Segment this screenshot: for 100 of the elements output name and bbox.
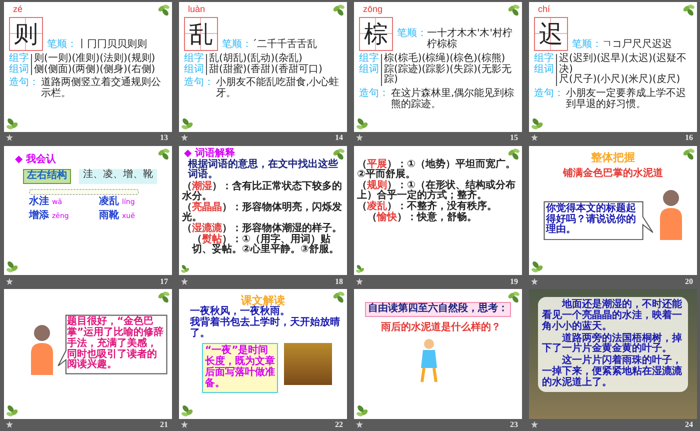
star-icon — [181, 278, 188, 285]
slide-number: 20 — [685, 276, 693, 286]
leaves-drawing — [507, 290, 521, 304]
slide-number: 21 — [160, 420, 168, 430]
star-icon — [6, 134, 13, 142]
slide-number: 22 — [335, 420, 343, 430]
leaves-drawing — [157, 3, 171, 17]
leaves-drawing — [180, 264, 190, 274]
leaves-drawing — [355, 404, 369, 418]
slide-number: 16 — [685, 133, 693, 142]
label: 组字 — [184, 54, 204, 64]
leaves-drawing — [530, 260, 544, 274]
slide-thumbnail[interactable]: （平展）：①（地势）平坦而宽广。②平而舒展。 （规则）：①（在形状、结构或分布上）合乎一定的方式；整齐。 （凌乱）：不整齐，没有秩序。 （愉快）：快意，舒畅。 — [354, 146, 522, 276]
word-line: 乱(胡乱)(乱动)(杂乱) — [209, 54, 304, 64]
definition-line: （亮晶晶）：形容物体明亮，闪烁发光。 — [182, 202, 343, 223]
label: 笔顺： — [222, 40, 252, 51]
word-line: 棕(棕毛)(棕绳)(棕色)(棕熊) — [384, 54, 506, 64]
leaves-drawing — [180, 116, 194, 131]
slide-number: 13 — [160, 133, 168, 142]
passage-paragraph: 地面还是潮湿的，不时还能看见一个亮晶晶的水洼，映着一角小小的蓝天。 — [542, 300, 683, 332]
pinyin: zé — [13, 5, 23, 15]
leaves-drawing — [5, 116, 19, 131]
label: 组词 — [534, 64, 554, 76]
pinyin: chí — [538, 5, 550, 15]
definition-line: （凌乱）：不整齐，没有秩序。 — [357, 202, 497, 212]
word-line: 侧(侧面)(两侧)(侧身)(右侧) — [34, 64, 156, 76]
pinyin: zōng — [363, 5, 383, 15]
definition-line: （潮湿）：含有比正常状态下较多的水分。 — [182, 182, 343, 202]
leaves-drawing — [157, 146, 171, 161]
star-icon — [356, 134, 363, 142]
star-icon — [181, 134, 188, 142]
star-icon — [531, 278, 538, 285]
slide-number: 14 — [335, 133, 343, 142]
definition-line: （熨帖）：①（用字、用词）贴切、妥帖。②心里平静。③舒服。 — [192, 234, 340, 255]
label: 组词 — [184, 64, 204, 76]
slide-thumbnail[interactable]: ◆ 词语解释 根据词语的意思，在文中找出这些词语。 （潮湿）：含有比正常状态下较多的水分。 （亮晶晶）：形容物体明亮，闪烁发光。 （湿漉漉）：形容物体潮湿的样子。 （熨帖）：①（用字、用词）贴切、妥帖。②心里平静。③舒服。 — [179, 146, 347, 276]
character-list: 洼、凌、增、靴 — [79, 169, 157, 184]
character-grid: 迟 — [534, 16, 568, 51]
label: 笔顺： — [572, 40, 602, 51]
label: 造句： — [9, 78, 39, 90]
leaves-drawing — [180, 404, 194, 418]
definition-line: （规则）：①（在形状、结构或分布上）合乎一定的方式；整齐。 — [357, 180, 516, 201]
word: 增添 — [29, 210, 49, 221]
definition-line: （平展）：①（地势）平坦而宽广。②平而舒展。 — [357, 160, 516, 180]
slide-number: 17 — [160, 276, 168, 286]
slide-thumbnail[interactable]: 整体把握 铺满金色巴掌的水泥道 你觉得本文的标题起得好吗？请说说你的理由。 — [529, 146, 697, 276]
leaves-drawing — [157, 290, 171, 304]
example-sentence: 小朋友不能乱吃甜食,小心蛀牙。 — [216, 78, 340, 100]
leaves-drawing — [530, 116, 544, 131]
example-sentence: 道路两侧竖立着交通规则公示栏。 — [41, 78, 162, 100]
star-icon — [531, 134, 538, 142]
note-box: “一夜”是时间长度，既为文章后面写落叶做准备。 — [202, 343, 278, 393]
slide-heading: ◆ 词语解释 — [184, 148, 236, 159]
leaves-drawing — [682, 146, 696, 161]
word: 水洼 — [29, 196, 49, 208]
leaves-drawing — [332, 290, 346, 304]
slide-number: 24 — [685, 420, 693, 430]
slide-subtitle: 铺满金色巴掌的水泥道 — [563, 169, 663, 180]
star-icon — [6, 278, 13, 285]
slide-thumbnail[interactable]: 地面还是潮湿的，不时还能看见一个亮晶晶的水洼，映着一角小小的蓝天。 道路两旁的法国梧桐树，掉下了一片片金黄金黄的叶子。 这一片片闪着雨珠的叶子，一掉下来，便紧紧地粘在湿漉漉的水泥道上了。 — [529, 289, 697, 419]
slide-thumbnail[interactable]: 课文解读 一夜秋风，一夜秋雨。 我背着书包去上学时，天开始放晴了。 “一夜”是时间长度，既为文章后面写落叶做准备。 — [179, 289, 347, 419]
word: 雨靴 — [99, 210, 119, 221]
question-text: 雨后的水泥道是什么样的？ — [381, 322, 501, 334]
label: 组词 — [9, 64, 29, 76]
slide-thumbnail[interactable]: chí 迟 笔顺：ㄱコ尸尺尺迟迟 组字 组词 迟(迟到)(迟早)(太迟)(迟疑不决) 尺(尺子)(小尺)(米尺)(皮尺) 造句： 小朋友一定要养成上学不迟到早退的好习惯。 — [529, 2, 697, 132]
leaves-drawing — [5, 404, 19, 418]
word-line: 则(一则)(准则)(法则)(规则) — [34, 54, 156, 64]
leaves-drawing — [5, 260, 19, 274]
slide-title: 整体把握 — [591, 152, 635, 164]
slide-number: 15 — [510, 133, 518, 142]
character-grid: 乱 — [184, 16, 218, 51]
character-grid: 则 — [9, 16, 43, 51]
prompt-text: 自由读第四至六自然段，思考： — [365, 302, 511, 317]
label: 造句： — [184, 78, 214, 90]
label: 造句： — [534, 89, 564, 102]
photo-placeholder — [284, 343, 332, 386]
definition-line: （愉快）：快意，舒畅。 — [367, 212, 477, 223]
star-icon — [181, 421, 188, 428]
slide-thumbnail[interactable]: zé 则 笔顺：丨冂冂贝贝则则 组字 组词 则(一则)(准则)(法则)(规则) 侧(侧面)(两侧)(侧身)(右侧) 造句： 道路两侧竖立着交通规则公示栏。 — [4, 2, 172, 132]
leaves-drawing — [682, 3, 696, 17]
slide-thumbnail[interactable]: 题目很好，“金色巴掌”运用了比喻的修辞手法，充满了美感，同时也吸引了读者的阅读兴趣。 — [4, 289, 172, 419]
slide-thumbnail[interactable]: luàn 乱 笔顺：ˊ二千千舌舌乱 组字 组词 乱(胡乱)(乱动)(杂乱) 甜(甜蜜)(香甜)(香甜可口) 造句： 小朋友不能乱吃甜食,小心蛀牙。 — [179, 2, 347, 132]
label: 组字 — [9, 54, 29, 64]
label: 造句： — [359, 89, 389, 102]
text-line: 我背着书包去上学时，天开始放晴了。 — [190, 318, 341, 340]
label: 组字 — [534, 54, 554, 64]
slide-title: 课文解读 — [241, 295, 285, 308]
leaves-drawing — [355, 264, 365, 274]
star-icon — [356, 278, 363, 285]
example-sentence: 在这片森林里,偶尔能见到棕熊的踪迹。 — [391, 89, 516, 111]
definition-line: （湿漉漉）：形容物体潮湿的样子。 — [182, 224, 342, 234]
structure-tag: 左右结构 — [23, 169, 71, 184]
leaves-drawing — [507, 3, 521, 17]
passage-paragraph: 这一片片闪着雨珠的叶子，一掉下来，便紧紧地粘在湿漉漉的水泥道上了。 — [542, 356, 683, 389]
slide-number: 23 — [510, 420, 518, 430]
bubble-text: 你觉得本文的标题起得好吗？请说说你的理由。 — [544, 202, 637, 238]
slide-thumbnail[interactable]: 自由读第四至六自然段，思考： 雨后的水泥道是什么样的？ — [354, 289, 522, 419]
stroke-order: ˊ二千千舌舌乱 — [252, 40, 317, 51]
star-icon — [531, 421, 538, 428]
slide-thumbnail[interactable]: zōng 棕 笔顺：一十才木木'木'村柠柠棕棕 组字 组词 棕(棕毛)(棕绳)(棕色)(棕熊) 踪(踪迹)(踪影)(失踪)(无影无踪) 造句： 在这片森林里,偶尔能见到棕熊的踪迹。 — [354, 2, 522, 132]
